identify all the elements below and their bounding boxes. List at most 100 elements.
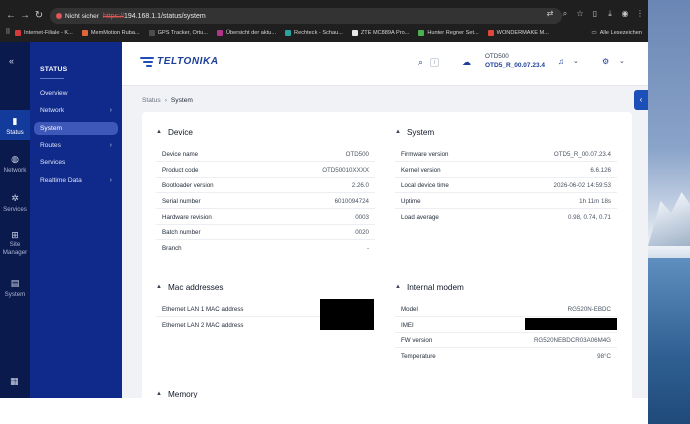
globe-icon: ◍ [11,154,19,164]
webui-page: « ▮ Status ◍ Network ✲ Services ⊞ Site M… [0,42,648,398]
device-info: OTD500 OTD5_R_00.07.23.4 [485,53,545,69]
redacted-mac-addresses [320,299,374,330]
download-icon[interactable]: ⤓ [605,9,615,19]
docs-icon[interactable]: ▦ [10,376,19,387]
rail-item-status[interactable]: ▮ Status [0,110,30,140]
memory-section: ▲ Memory [156,388,375,399]
bookmark-favicon [351,29,358,36]
bookmark-star-icon[interactable]: ☆ [575,9,585,19]
memory-section-header[interactable]: ▲ Memory [156,388,375,399]
bookmark-7[interactable]: Hunter Regner Set... [418,29,479,36]
kv-row: Local device time 2026-06-02 14:59:53 [395,178,617,193]
bell-icon[interactable]: ♫ [558,57,564,66]
caret-up-icon: ▲ [156,284,162,290]
all-bookmarks[interactable]: ▭ Alle Lesezeichen [591,27,642,38]
forward-icon[interactable]: → [18,9,32,23]
reload-icon[interactable]: ↻ [32,9,46,23]
caret-up-icon: ▲ [395,129,401,135]
system-content-card: ▲ Device Device name OTD500 Product code O… [142,112,632,398]
breadcrumb-current: System [170,97,193,104]
signal-bars-icon: ▮ [12,116,18,126]
subnav-item-system[interactable]: System [34,122,118,135]
address-bar[interactable]: Nicht sicher https:// 194.168.1.1/status… [50,8,562,24]
bookmark-favicon [216,29,223,36]
bookmark-favicon [487,29,494,36]
bookmark-favicon [81,29,88,36]
rail-item-system[interactable]: ▤ System [0,278,30,298]
url-scheme: https:// [102,12,124,20]
back-icon[interactable]: ← [4,9,18,23]
user-settings-icon[interactable]: ⚙ [602,57,609,66]
toolbar-icons: ⇄ ⌕ ☆ ▯ ⤓ ◉ ⋮ [545,9,645,19]
teltonika-logo[interactable]: TELTONIKA [140,56,219,67]
menu-icon[interactable]: ⋮ [635,9,645,19]
kv-row: Bootloader version 2.26.0 [156,178,375,193]
logo-mark-icon [140,56,154,67]
profile-icon[interactable]: ◉ [620,9,630,19]
redacted-imei [525,318,617,330]
apps-icon[interactable]: ⠿ [4,26,12,40]
browser-toolbar: ← → ↻ Nicht sicher https:// 194.168.1.1/… [0,6,648,26]
bookmark-favicon [285,29,292,36]
bookmark-favicon [148,29,155,36]
subnav-item-overview[interactable]: Overview [34,87,118,100]
device-model: OTD500 [485,53,509,60]
modem-section-header[interactable]: ▲ Internal modem [395,281,617,293]
bookmark-6[interactable]: ZTE MC889A Pro... [351,29,409,36]
device-firmware: OTD5_R_00.07.23.4 [485,62,545,69]
internal-modem-section: ▲ Internal modem Model RG520N-EBDC IMEI F… [395,281,617,360]
security-indicator[interactable]: Nicht sicher [56,13,103,20]
status-subnav: STATUS Overview Network › System Routes … [30,42,122,398]
browser-window: ← → ↻ Nicht sicher https:// 194.168.1.1/… [0,0,648,398]
chevron-right-icon: › [109,107,112,114]
top-header: TELTONIKA ⌕ / ☁ OTD500 OTD5_R_00.07.23.4… [122,42,648,86]
kv-row: Uptime 1h 11m 18s [395,194,617,209]
search-shortcut-badge: / [430,58,439,67]
collapse-icon[interactable]: « [9,56,14,66]
subnav-title: STATUS [40,66,68,73]
breadcrumb: Status › System [142,97,193,104]
cloud-upload-icon[interactable]: ☁ [462,57,471,68]
expand-panel-tab[interactable]: ‹ [634,90,648,110]
subnav-item-realtime-data[interactable]: Realtime Data › [34,174,118,187]
translate-icon[interactable]: ⇄ [545,9,555,19]
rail-item-site-manager[interactable]: ⊞ Site Manager [0,231,30,257]
kv-row: Temperature 98°C [401,353,611,360]
gear-icon: ✲ [11,193,19,203]
bookmark-2[interactable]: MemMotion Ruba... [81,29,140,36]
nav-rail: « ▮ Status ◍ Network ✲ Services ⊞ Site M… [0,42,30,398]
device-section: ▲ Device Device name OTD500 Product code O… [156,126,375,252]
bookmark-8[interactable]: WONDERMAKE M... [487,29,549,36]
bookmark-favicon [15,29,21,36]
bookmark-3[interactable]: GPS Tracker, Ortu... [148,29,208,36]
chevron-down-icon[interactable]: ⌄ [619,57,625,65]
mac-section-header[interactable]: ▲ Mac addresses [156,281,375,293]
bookmark-5[interactable]: Rechteck - Schau... [285,29,343,36]
chevron-down-icon[interactable]: ⌄ [573,57,579,65]
device-section-header[interactable]: ▲ Device [156,126,375,138]
chevron-right-icon: › [109,177,112,184]
bookmark-1[interactable]: Internet-Filiale - K... [15,29,73,36]
breadcrumb-separator-icon: › [164,97,167,104]
security-label: Nicht sicher [65,12,99,20]
kv-row: Model RG520N-EBDC [395,302,617,317]
bookmark-4[interactable]: Übersicht der aktu... [216,29,276,36]
sidebar-icon[interactable]: ▯ [590,9,600,19]
rail-item-services[interactable]: ✲ Services [0,193,30,213]
breadcrumb-status[interactable]: Status [142,97,161,104]
subnav-item-network[interactable]: Network › [34,104,118,117]
kv-row: Device name OTD500 [156,147,375,162]
zoom-icon[interactable]: ⌕ [560,9,570,19]
bookmark-favicon [418,29,425,36]
subnav-item-services[interactable]: Services [34,156,118,169]
system-section-header[interactable]: ▲ System [395,126,617,138]
bookmarks-bar: ⠿ Internet-Filiale - K... MemMotion Ruba… [0,27,648,38]
kv-row: Branch - [162,245,369,252]
search-icon[interactable]: ⌕ [418,57,423,68]
kv-row: Hardware revision 0003 [156,210,375,225]
subnav-item-routes[interactable]: Routes › [34,139,118,152]
rail-item-network[interactable]: ◍ Network [0,154,30,174]
warning-icon [56,13,62,19]
kv-row: Batch number 0020 [156,225,375,240]
url-path: 194.168.1.1/status/system [123,12,206,20]
